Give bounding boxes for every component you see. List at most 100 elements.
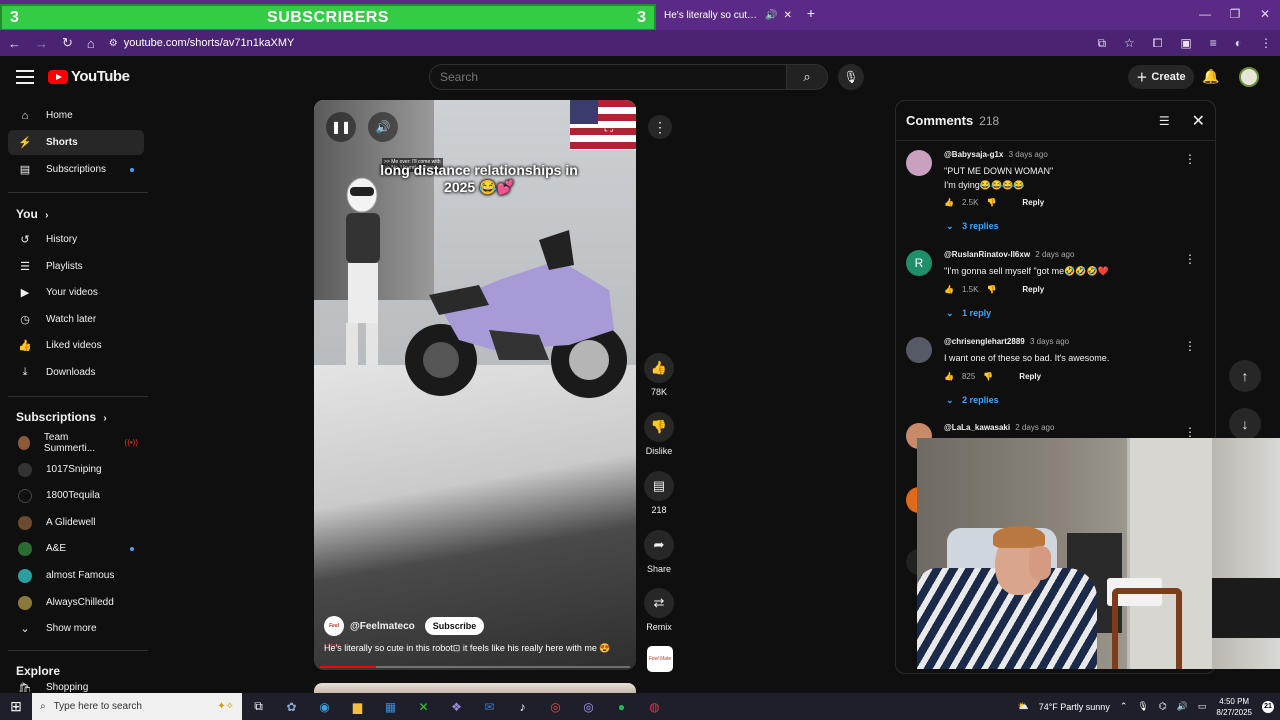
window-restore-button[interactable]: ❐	[1220, 5, 1250, 23]
dislike-button[interactable]: 👎 Dislike	[642, 412, 676, 456]
sidebar-subscriptions-heading[interactable]: Subscriptions ›	[16, 410, 107, 424]
voice-search-button[interactable]: 🎙	[838, 64, 864, 90]
share-button[interactable]: ➦ Share	[642, 530, 676, 574]
tab-audio-icon[interactable]: 🔊	[765, 10, 777, 21]
thumbs-down-icon[interactable]: 👎	[983, 372, 993, 381]
reply-button[interactable]: Reply	[1019, 372, 1041, 381]
sidebar-channel-item[interactable]: AlwaysChilledd	[8, 590, 144, 615]
browser-tab-active[interactable]: He's literally so cute in this robot⊡ it…	[656, 4, 800, 26]
comment-time[interactable]: 3 days ago	[1030, 337, 1069, 346]
comments-button[interactable]: ▤ 218	[642, 471, 676, 515]
next-short-button[interactable]: ↓	[1229, 408, 1261, 440]
next-short-preview[interactable]	[314, 683, 636, 693]
tiktok-icon[interactable]: ♪	[506, 700, 539, 714]
comment-avatar[interactable]: R	[906, 250, 932, 276]
extensions-icon[interactable]: ⧠	[1153, 36, 1163, 51]
outlook-icon[interactable]: ✉	[473, 700, 506, 714]
reading-list-icon[interactable]: ≡	[1210, 36, 1217, 51]
create-button[interactable]: ＋ Create	[1128, 65, 1194, 89]
previous-short-button[interactable]: ↑	[1229, 360, 1261, 392]
sidebar-item-watch-later[interactable]: ◷ Watch later	[8, 307, 144, 332]
speaker-icon[interactable]: 🔊	[1177, 701, 1188, 712]
sidebar-item-home[interactable]: ⌂ Home	[8, 103, 144, 128]
account-avatar[interactable]	[1239, 67, 1259, 87]
search-button[interactable]: ⌕	[786, 64, 828, 90]
sidebar-you-heading[interactable]: You ›	[16, 207, 48, 221]
reply-button[interactable]: Reply	[1022, 285, 1044, 294]
comment-avatar[interactable]	[906, 337, 932, 363]
reload-icon[interactable]: ↻	[62, 35, 73, 51]
microsoft-store-icon[interactable]: ▦	[374, 700, 407, 714]
like-button[interactable]: 👍 78K	[642, 353, 676, 397]
thumbs-up-icon[interactable]: 👍	[944, 198, 954, 207]
file-explorer-icon[interactable]: ▆	[341, 700, 374, 714]
sidebar-channel-item[interactable]: A&E	[8, 536, 144, 561]
network-icon[interactable]: ⌬	[1159, 701, 1167, 712]
sidebar-channel-item[interactable]: Team Summerti... ((•))	[8, 430, 144, 455]
comment-author[interactable]: @RuslanRinatov-ll6xw	[944, 250, 1030, 259]
volume-button[interactable]: 🔊	[368, 112, 398, 142]
close-icon[interactable]: ✕	[1192, 111, 1205, 131]
sidebar-item-history[interactable]: ↺ History	[8, 227, 144, 252]
subscribe-button[interactable]: Subscribe	[424, 617, 485, 635]
video-progress-bar[interactable]	[320, 666, 630, 668]
edge-browser-icon[interactable]: ◉	[308, 700, 341, 714]
spotify-icon[interactable]: ●	[605, 700, 638, 714]
channel-avatar[interactable]: Feel Mate	[324, 616, 344, 649]
tray-overflow-icon[interactable]: ⌃	[1120, 701, 1128, 712]
copilot-icon[interactable]: ✿	[275, 700, 308, 714]
comment-time[interactable]: 2 days ago	[1015, 423, 1054, 432]
sidebar-item-liked-videos[interactable]: 👍 Liked videos	[8, 333, 144, 358]
menu-hamburger-icon[interactable]	[16, 70, 34, 84]
view-replies-button[interactable]: ⌄ 1 reply	[946, 308, 991, 319]
sound-thumbnail[interactable]: Feel Mate	[647, 646, 673, 672]
comment-author[interactable]: @Babysaja-g1x	[944, 150, 1003, 159]
thumbs-up-icon[interactable]: 👍	[944, 372, 954, 381]
weather-icon[interactable]: ⛅	[1017, 701, 1028, 712]
chrome-icon[interactable]: ◎	[539, 700, 572, 714]
thumbs-down-icon[interactable]: 👎	[986, 198, 996, 207]
task-view-icon[interactable]: ⧉	[242, 699, 275, 714]
battery-icon[interactable]: ▭	[1198, 701, 1207, 712]
taskbar-search-box[interactable]: ⌕ Type here to search ✦✧	[32, 693, 242, 720]
obs-icon[interactable]: ◍	[638, 700, 671, 714]
sidebar-channel-item[interactable]: A Glidewell	[8, 510, 144, 535]
sidebar-channel-item[interactable]: almost Famous	[8, 563, 144, 588]
thumbs-up-icon[interactable]: 👍	[944, 285, 954, 294]
more-options-button[interactable]: ⋮	[648, 115, 672, 139]
microphone-icon[interactable]: 🎙	[1137, 701, 1148, 712]
install-app-icon[interactable]: ⧉	[1097, 36, 1106, 51]
sidebar-item-downloads[interactable]: ⤓ Downloads	[8, 360, 144, 385]
browser-menu-icon[interactable]: ⋮	[1260, 36, 1272, 51]
more-vertical-icon[interactable]: ⋮	[1184, 425, 1196, 439]
comment-avatar[interactable]	[906, 150, 932, 176]
sidebar-item-shopping[interactable]: 🛍 Shopping	[8, 682, 144, 692]
url-field[interactable]: ⚙ youtube.com/shorts/av71n1kaXMY	[109, 37, 295, 49]
remix-button[interactable]: ⇄ Remix	[642, 588, 676, 632]
notifications-bell-icon[interactable]: 🔔	[1202, 68, 1219, 85]
comment-author[interactable]: @chrisenglehart2889	[944, 337, 1025, 346]
fullscreen-button[interactable]: ⛶	[594, 112, 624, 142]
comment-time[interactable]: 2 days ago	[1035, 250, 1074, 259]
youtube-logo[interactable]: YouTube	[48, 68, 130, 85]
window-close-button[interactable]: ✕	[1250, 5, 1280, 23]
profile-icon[interactable]: ◐	[1235, 36, 1242, 51]
comment-author[interactable]: @LaLa_kawasaki	[944, 423, 1010, 432]
more-vertical-icon[interactable]: ⋮	[1184, 152, 1196, 166]
reply-button[interactable]: Reply	[1022, 198, 1044, 207]
notification-count-badge[interactable]: 21	[1262, 700, 1274, 713]
shorts-video-player[interactable]: >> Me over: I'll come with >> No, I foun…	[314, 100, 636, 670]
chrome-profile-icon[interactable]: ◎	[572, 700, 605, 714]
tab-close-icon[interactable]: ✕	[784, 10, 792, 21]
sidebar-channel-item[interactable]: 1017Sniping	[8, 457, 144, 482]
sidebar-item-playlists[interactable]: ☰ Playlists	[8, 254, 144, 279]
window-minimize-button[interactable]: —	[1190, 5, 1220, 23]
pause-button[interactable]: ❚❚	[326, 112, 356, 142]
sidebar-item-your-videos[interactable]: ▶ Your videos	[8, 280, 144, 305]
xbox-app-icon[interactable]: ✕	[407, 700, 440, 714]
split-view-icon[interactable]: ▣	[1180, 36, 1191, 51]
sidebar-show-more[interactable]: ⌄ Show more	[8, 616, 144, 641]
bookmark-star-icon[interactable]: ☆	[1124, 36, 1135, 51]
sidebar-channel-item[interactable]: 1800Tequila	[8, 483, 144, 508]
search-input[interactable]	[440, 70, 776, 84]
